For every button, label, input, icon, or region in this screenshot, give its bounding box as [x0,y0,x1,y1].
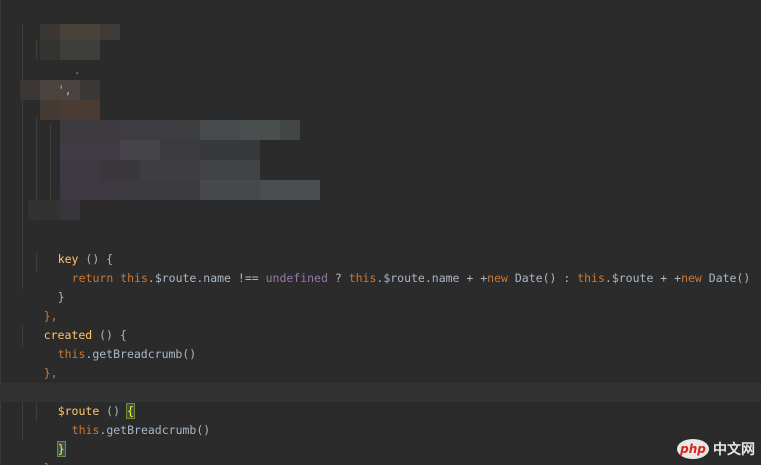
code-line[interactable]: }, [0,440,761,465]
code-line[interactable]: }, [0,288,761,323]
watermark-text: 中文网 [713,442,755,458]
code-line-current[interactable]: $route () { [0,383,761,419]
code-line[interactable]: return this.$route.name !== undefined ? … [0,250,761,285]
code-line[interactable]: } [0,421,761,457]
code-line[interactable]: } [0,269,761,304]
code-line[interactable]: watch: { [0,364,761,399]
indent-guide [50,124,51,204]
watermark: php 中文网 [677,439,755,459]
code-line[interactable]: computed: { [0,3,761,38]
code-line[interactable]: . [0,42,761,77]
code-line[interactable]: this.getBreadcrumb() [0,402,761,437]
php-logo-icon: php [677,439,709,459]
code-line[interactable]: created () { [0,307,761,342]
code-line[interactable]: }, [0,345,761,380]
code-line[interactable]: this.getBreadcrumb() [0,326,761,361]
code-editor[interactable]: computed: { ', . [0,0,761,465]
code-line[interactable]: key () { [0,231,761,266]
code-line[interactable]: ', [0,62,761,97]
